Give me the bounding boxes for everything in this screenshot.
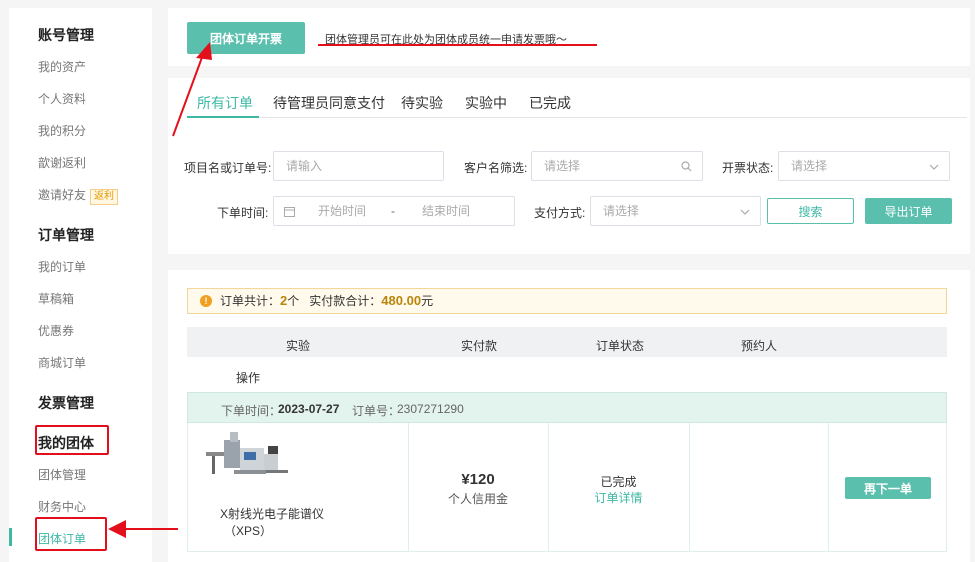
annotation-arrows xyxy=(108,42,212,538)
